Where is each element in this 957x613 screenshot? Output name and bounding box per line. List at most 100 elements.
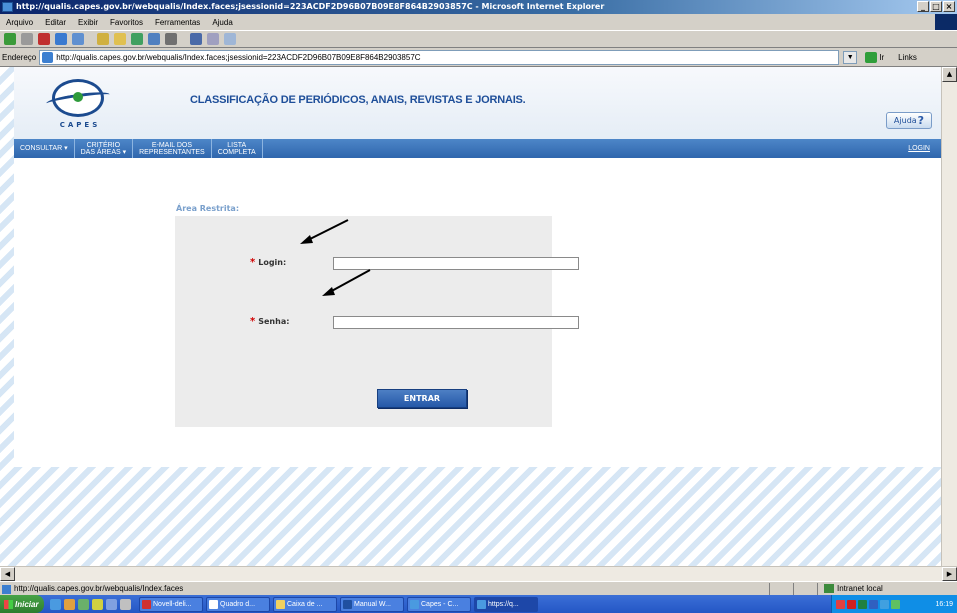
refresh-icon[interactable]: [55, 33, 67, 45]
edit-icon[interactable]: [190, 33, 202, 45]
more-quicklaunch-icon[interactable]: [120, 598, 131, 610]
taskbar-item[interactable]: Manual W...: [340, 596, 404, 612]
taskbar-item[interactable]: Capes - C...: [407, 596, 471, 612]
novell-tray-icon[interactable]: [847, 599, 856, 609]
explorer-quicklaunch-icon[interactable]: [92, 598, 103, 610]
scroll-right-icon[interactable]: ▶: [942, 567, 957, 581]
intranet-icon: [824, 584, 834, 593]
word-quicklaunch-icon[interactable]: [106, 598, 117, 610]
windows-logo-icon: [935, 14, 957, 30]
taskbar-item[interactable]: Novell-deli...: [139, 596, 203, 612]
nav-email-line2: REPRESENTANTES: [139, 148, 205, 156]
maximize-button[interactable]: □: [930, 1, 942, 12]
scroll-up-icon[interactable]: ▲: [942, 67, 957, 82]
discuss-icon[interactable]: [207, 33, 219, 45]
print-icon[interactable]: [165, 33, 177, 45]
tray-icon[interactable]: [880, 599, 889, 609]
taskbar-item[interactable]: Quadro d...: [206, 596, 270, 612]
document-icon: [209, 599, 218, 609]
nav-email-representantes[interactable]: E-MAIL DOS REPRESENTANTES: [133, 139, 212, 158]
menu-tools[interactable]: Ferramentas: [155, 18, 200, 27]
antivirus-icon[interactable]: [836, 599, 845, 609]
required-mark: *: [250, 257, 256, 268]
main-navigation: CONSULTAR ▾ CRITÉRIO DAS ÁREAS ▾ E-MAIL …: [14, 139, 942, 158]
nav-email-line1: E-MAIL DOS: [151, 141, 193, 149]
go-button[interactable]: Ir: [865, 51, 885, 63]
help-button[interactable]: Ajuda ?: [886, 112, 932, 129]
security-zone: Intranet local: [817, 582, 957, 595]
ie-icon: [410, 599, 419, 609]
favorites-icon[interactable]: [114, 33, 126, 45]
search-icon[interactable]: [97, 33, 109, 45]
go-label: Ir: [879, 52, 885, 62]
start-button[interactable]: Iniciar: [0, 595, 44, 613]
nav-login[interactable]: LOGIN: [902, 139, 942, 158]
scroll-left-icon[interactable]: ◀: [0, 567, 15, 581]
stop-icon[interactable]: [38, 33, 50, 45]
volume-icon[interactable]: [891, 599, 900, 609]
arrow-annotation-login: [300, 219, 349, 244]
menu-favorites[interactable]: Favoritos: [110, 18, 143, 27]
menu-view[interactable]: Exibir: [78, 18, 98, 27]
task-label: Manual W...: [354, 600, 391, 608]
page-icon: [42, 51, 54, 63]
menu-help[interactable]: Ajuda: [212, 18, 232, 27]
back-icon[interactable]: [4, 33, 16, 45]
taskbar-item[interactable]: Caixa de ...: [273, 596, 337, 612]
links-button[interactable]: Links: [898, 53, 917, 62]
password-label: Senha:: [258, 317, 290, 326]
site-header: CAPES CLASSIFICAÇÃO DE PERIÓDICOS, ANAIS…: [14, 67, 942, 139]
outlook-quicklaunch-icon[interactable]: [64, 598, 75, 610]
ie-quicklaunch-icon[interactable]: [50, 598, 61, 610]
status-text: http://qualis.capes.gov.br/webqualis/Ind…: [0, 584, 769, 594]
page-content: CAPES CLASSIFICAÇÃO DE PERIÓDICOS, ANAIS…: [14, 67, 942, 467]
nav-lista-line1: LISTA: [227, 141, 247, 149]
enter-button[interactable]: ENTRAR: [377, 389, 467, 408]
status-cell: [793, 582, 817, 595]
status-cell: [769, 582, 793, 595]
address-dropdown-icon[interactable]: ▼: [843, 50, 858, 64]
minimize-button[interactable]: _: [917, 1, 929, 12]
nav-consultar[interactable]: CONSULTAR ▾: [14, 139, 75, 158]
clock: 16:19: [935, 600, 953, 608]
status-bar: http://qualis.capes.gov.br/webqualis/Ind…: [0, 581, 957, 595]
inbox-icon: [276, 599, 285, 609]
horizontal-scrollbar[interactable]: ◀ ▶: [0, 566, 957, 581]
messenger-icon[interactable]: [224, 33, 236, 45]
novell-icon: [142, 599, 151, 609]
taskbar: Iniciar Novell-deli... Quadro d... Caixa…: [0, 595, 957, 613]
address-bar: Endereço http://qualis.capes.gov.br/webq…: [0, 48, 957, 67]
nav-lista-completa[interactable]: LISTA COMPLETA: [212, 139, 263, 158]
nav-criterio-areas[interactable]: CRITÉRIO DAS ÁREAS ▾: [75, 139, 134, 158]
ie-icon: [477, 599, 486, 609]
desktop-quicklaunch-icon[interactable]: [78, 598, 89, 610]
window-title-bar: http://qualis.capes.gov.br/webqualis/Ind…: [0, 0, 957, 14]
browser-viewport: CAPES CLASSIFICAÇÃO DE PERIÓDICOS, ANAIS…: [0, 67, 957, 581]
close-button[interactable]: ×: [943, 1, 955, 12]
site-title: CLASSIFICAÇÃO DE PERIÓDICOS, ANAIS, REVI…: [190, 94, 526, 106]
menu-edit[interactable]: Editar: [45, 18, 66, 27]
logo-text: CAPES: [59, 121, 101, 129]
messenger-tray-icon[interactable]: [869, 599, 878, 609]
start-label: Iniciar: [15, 599, 39, 609]
address-label: Endereço: [2, 52, 37, 62]
task-label: Capes - C...: [421, 600, 459, 608]
task-label: https://q...: [488, 600, 519, 608]
window-controls: _ □ ×: [917, 1, 955, 12]
home-icon[interactable]: [72, 33, 84, 45]
nav-criterio-line2: DAS ÁREAS ▾: [80, 148, 127, 156]
address-url: http://qualis.capes.gov.br/webqualis/Ind…: [56, 52, 421, 62]
history-icon[interactable]: [131, 33, 143, 45]
mail-icon[interactable]: [148, 33, 160, 45]
address-input[interactable]: http://qualis.capes.gov.br/webqualis/Ind…: [39, 49, 840, 65]
vertical-scrollbar[interactable]: ▲: [941, 67, 957, 567]
taskbar-item-active[interactable]: https://q...: [474, 596, 538, 612]
forward-icon[interactable]: [21, 33, 33, 45]
arrow-annotation-password: [322, 269, 371, 296]
network-icon[interactable]: [858, 599, 867, 609]
required-mark: *: [250, 316, 256, 327]
system-tray: 16:19: [831, 595, 957, 613]
login-label: Login:: [258, 258, 287, 267]
password-input[interactable]: [333, 316, 579, 329]
menu-file[interactable]: Arquivo: [6, 18, 33, 27]
